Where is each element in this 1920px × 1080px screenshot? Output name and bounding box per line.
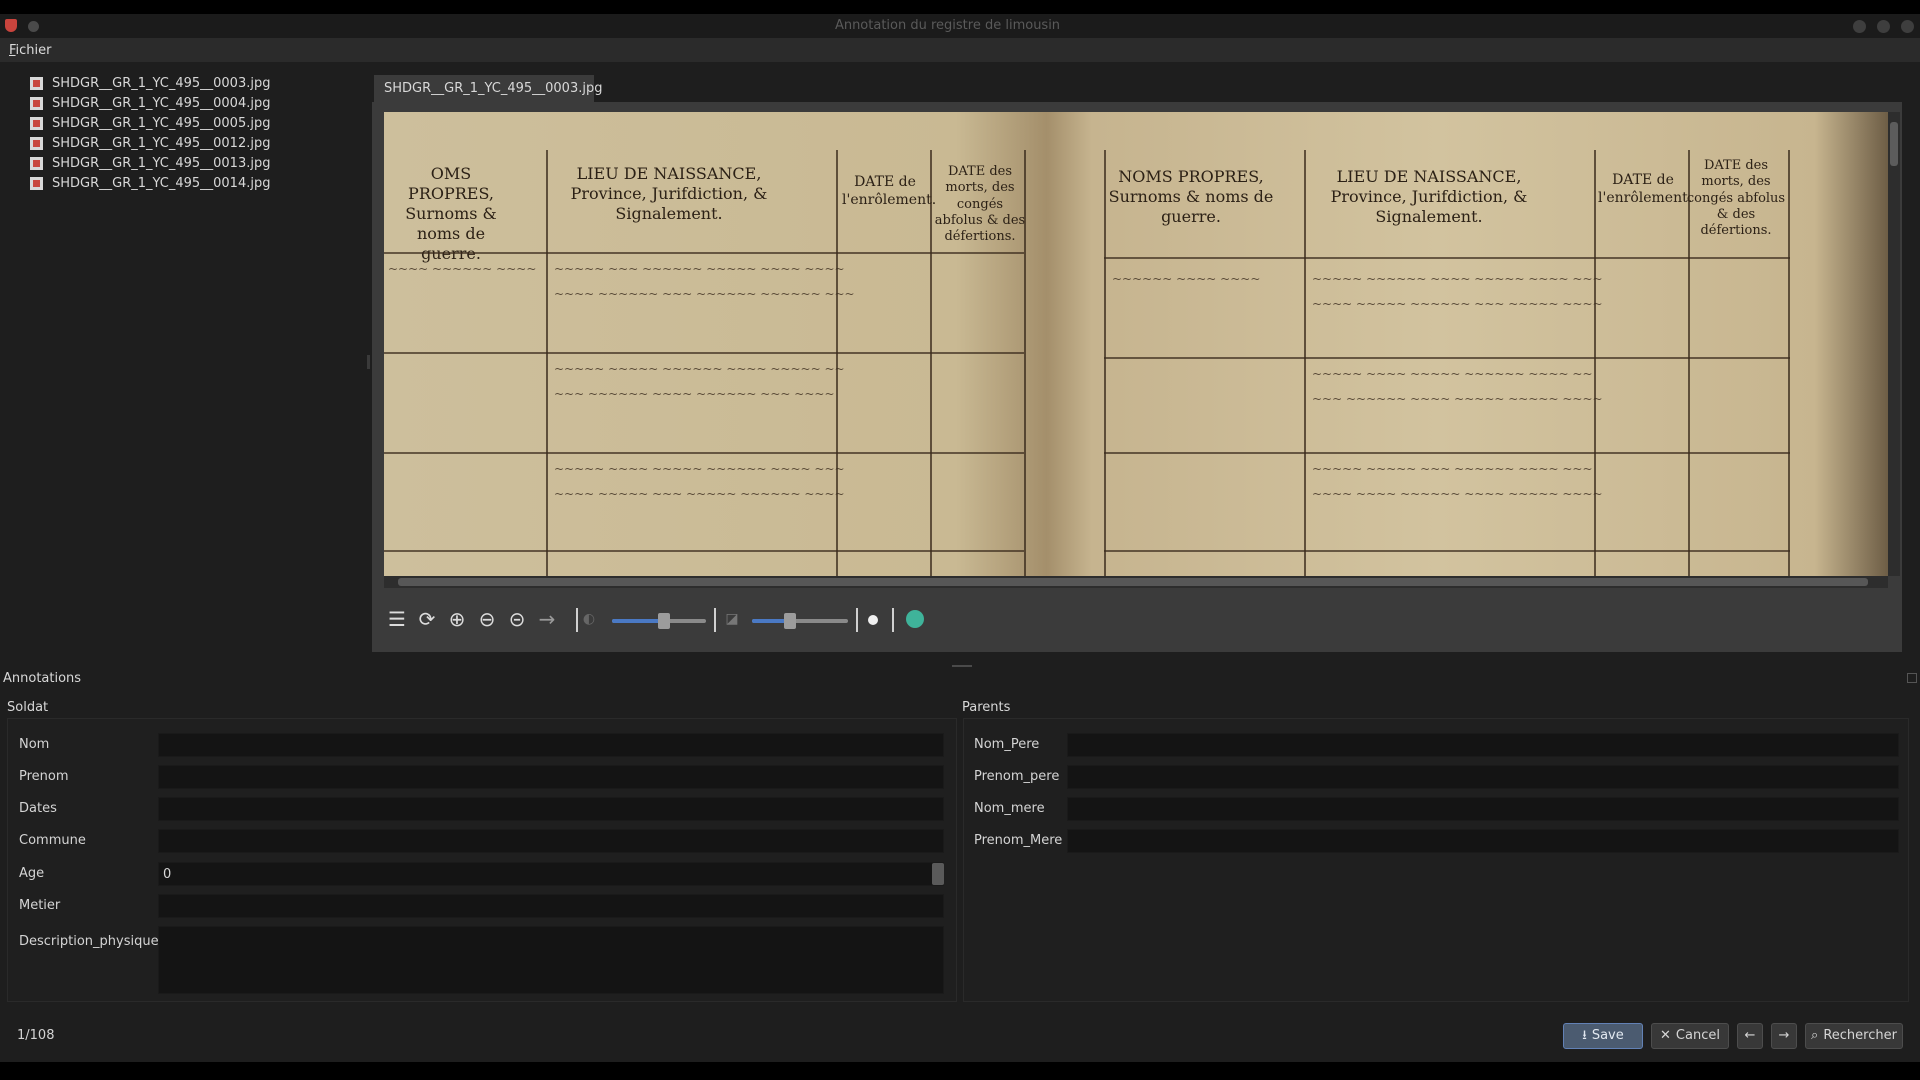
dock-float-icon[interactable] (1907, 673, 1917, 683)
file-name: SHDGR__GR_1_YC_495__0005.jpg (52, 115, 271, 131)
register-scan-image[interactable]: OMS PROPRES, Surnoms & noms de guerre. L… (384, 112, 1890, 576)
image-file-icon (30, 76, 43, 90)
file-name: SHDGR__GR_1_YC_495__0012.jpg (52, 135, 271, 151)
right-header-enrolment: DATE de l'enrôlement. (1598, 172, 1693, 206)
description-textarea[interactable] (158, 926, 944, 994)
right-header-deaths: DATE des morts, des congés abfolus & des… (1686, 158, 1786, 238)
image-file-icon (30, 116, 43, 130)
dates-input[interactable] (158, 797, 944, 821)
vertical-scroll-thumb[interactable] (1890, 122, 1898, 166)
dates-label: Dates (19, 801, 57, 816)
brightness-icon: ◐ (582, 611, 596, 627)
soldat-title: Soldat (7, 700, 49, 715)
commune-label: Commune (19, 833, 86, 848)
prenom-mere-label: Prenom_Mere (974, 833, 1063, 848)
zoom-out-icon[interactable]: ⊖ (474, 604, 500, 634)
nom-mere-input[interactable] (1067, 797, 1899, 821)
download-icon: ⭳ (1582, 1028, 1587, 1043)
commune-input[interactable] (158, 829, 944, 853)
tab-current-image[interactable]: SHDGR__GR_1_YC_495__0003.jpg (374, 75, 602, 103)
file-name: SHDGR__GR_1_YC_495__0003.jpg (52, 75, 271, 91)
next-button[interactable]: → (1771, 1023, 1797, 1049)
cancel-label: Cancel (1675, 1028, 1720, 1043)
contrast-slider-knob[interactable] (784, 613, 796, 629)
file-item[interactable]: SHDGR__GR_1_YC_495__0012.jpg (30, 133, 270, 153)
rotate-icon[interactable]: ⟳ (414, 604, 440, 634)
nom-pere-label: Nom_Pere (974, 737, 1040, 752)
file-item[interactable]: SHDGR__GR_1_YC_495__0004.jpg (30, 93, 270, 113)
file-item[interactable]: SHDGR__GR_1_YC_495__0003.jpg (30, 73, 270, 93)
save-button[interactable]: ⭳ Save (1563, 1023, 1643, 1049)
minimize-icon[interactable] (1853, 20, 1866, 33)
prenom-pere-input[interactable] (1067, 765, 1899, 789)
left-header-birthplace: LIEU DE NAISSANCE, Province, Jurifdictio… (570, 164, 768, 223)
right-header-birthplace: LIEU DE NAISSANCE, Province, Jurifdictio… (1330, 167, 1528, 226)
nom-mere-label: Nom_mere (974, 801, 1045, 816)
prenom-mere-input[interactable] (1067, 829, 1899, 853)
previous-button[interactable]: ← (1737, 1023, 1763, 1049)
zoom-in-icon[interactable]: ⊕ (444, 604, 470, 634)
color-indicator-icon[interactable] (906, 610, 924, 628)
left-header-deaths: DATE des morts, des congés abfolus & des… (934, 164, 1026, 244)
top-bar (0, 0, 1920, 14)
left-header-names: OMS PROPRES, Surnoms & noms de guerre. (405, 164, 497, 263)
zoom-reset-icon[interactable]: ⊝ (504, 604, 530, 634)
page-counter: 1/108 (17, 1028, 55, 1043)
metier-label: Metier (19, 898, 61, 913)
description-label: Description_physique (19, 934, 159, 949)
brightness-slider-knob[interactable] (658, 613, 670, 629)
annotations-title: Annotations (3, 671, 82, 686)
file-list[interactable]: SHDGR__GR_1_YC_495__0003.jpg SHDGR__GR_1… (8, 68, 366, 654)
age-label: Age (19, 866, 45, 881)
parents-group (963, 718, 1909, 1002)
metier-input[interactable] (158, 894, 944, 918)
nom-pere-input[interactable] (1067, 733, 1899, 757)
close-x-icon: ✕ (1660, 1028, 1671, 1043)
file-name: SHDGR__GR_1_YC_495__0013.jpg (52, 155, 271, 171)
menu-file[interactable]: Fichier (9, 43, 52, 58)
horizontal-scroll-thumb[interactable] (398, 578, 1868, 586)
brightness-slider-fill (612, 619, 664, 623)
search-label: Rechercher (1823, 1028, 1897, 1043)
search-icon: ⌕ (1811, 1028, 1819, 1043)
left-header-enrolment: DATE de l'enrôlement. (842, 174, 937, 208)
cancel-button[interactable]: ✕ Cancel (1651, 1023, 1729, 1049)
parents-title: Parents (962, 700, 1011, 715)
nom-input[interactable] (158, 733, 944, 757)
vertical-scrollbar[interactable] (1888, 112, 1900, 576)
contrast-icon: ◪ (725, 611, 739, 627)
file-name: SHDGR__GR_1_YC_495__0014.jpg (52, 175, 271, 191)
file-item[interactable]: SHDGR__GR_1_YC_495__0013.jpg (30, 153, 270, 173)
search-button[interactable]: ⌕ Rechercher (1805, 1023, 1903, 1049)
image-file-icon (30, 96, 43, 110)
prenom-input[interactable] (158, 765, 944, 789)
window-title: Annotation du registre de limousin (834, 18, 1061, 33)
point-tool-icon[interactable] (868, 615, 878, 625)
prenom-label: Prenom (19, 769, 69, 784)
arrow-right-icon: → (1778, 1028, 1790, 1043)
panel-splitter[interactable] (952, 665, 972, 667)
right-header-names: NOMS PROPRES, Surnoms & noms de guerre. (1108, 167, 1274, 226)
save-label: Save (1591, 1028, 1624, 1043)
prenom-pere-label: Prenom_pere (974, 769, 1060, 784)
splitter-handle[interactable] (367, 355, 370, 369)
file-name: SHDGR__GR_1_YC_495__0004.jpg (52, 95, 271, 111)
file-item[interactable]: SHDGR__GR_1_YC_495__0014.jpg (30, 173, 270, 193)
image-file-icon (30, 136, 43, 150)
age-spinbox[interactable]: 0 (158, 862, 944, 886)
arrow-right-icon[interactable]: → (534, 604, 560, 634)
close-icon[interactable] (1901, 20, 1914, 33)
nom-label: Nom (19, 737, 50, 752)
menu-bar (0, 38, 1920, 62)
menu-icon[interactable]: ☰ (384, 604, 410, 634)
arrow-left-icon: ← (1744, 1028, 1756, 1043)
image-file-icon (30, 156, 43, 170)
image-file-icon (30, 176, 43, 190)
bottom-bar (0, 1062, 1920, 1080)
age-spin-arrows-icon[interactable] (932, 863, 944, 885)
maximize-icon[interactable] (1877, 20, 1890, 33)
file-item[interactable]: SHDGR__GR_1_YC_495__0005.jpg (30, 113, 270, 133)
